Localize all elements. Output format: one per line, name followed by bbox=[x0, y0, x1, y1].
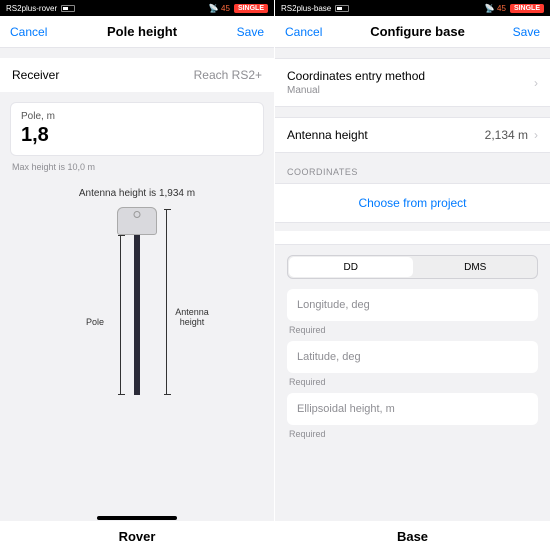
battery-icon bbox=[335, 5, 349, 12]
satellite-count: 📡 45 bbox=[485, 4, 506, 13]
pole-field-value: 1,8 bbox=[21, 124, 253, 147]
segment-dd[interactable]: DD bbox=[289, 257, 413, 277]
latitude-input[interactable]: Latitude, deg bbox=[287, 341, 538, 373]
home-indicator bbox=[97, 516, 177, 520]
save-button[interactable]: Save bbox=[513, 25, 540, 39]
battery-icon bbox=[61, 5, 75, 12]
pole-icon bbox=[134, 235, 140, 395]
choose-from-project-button[interactable]: Choose from project bbox=[275, 183, 550, 223]
coord-method-label: Coordinates entry method bbox=[287, 69, 534, 83]
device-name: RS2plus-rover bbox=[6, 4, 57, 13]
solution-badge: SINGLE bbox=[510, 4, 544, 13]
save-button[interactable]: Save bbox=[237, 25, 264, 39]
coordinates-header: COORDINATES bbox=[275, 153, 550, 183]
satellite-count: 📡 45 bbox=[209, 4, 230, 13]
base-screen: RS2plus-base 📡 45 SINGLE Cancel Configur… bbox=[275, 0, 550, 550]
required-hint: Required bbox=[289, 325, 536, 335]
segment-dms[interactable]: DMS bbox=[414, 256, 538, 278]
footer-label: Base bbox=[275, 521, 550, 550]
pole-field-label: Pole, m bbox=[21, 111, 253, 122]
coord-method-row[interactable]: Coordinates entry method Manual › bbox=[275, 58, 550, 107]
antenna-height-row[interactable]: Antenna height 2,134 m › bbox=[275, 117, 550, 153]
receiver-value: Reach RS2+ bbox=[194, 68, 262, 82]
coord-method-value: Manual bbox=[287, 85, 534, 96]
max-height-hint: Max height is 10,0 m bbox=[12, 162, 262, 172]
rover-screen: RS2plus-rover 📡 45 SINGLE Cancel Pole he… bbox=[0, 0, 275, 550]
antenna-dimension-line bbox=[166, 209, 167, 395]
solution-badge: SINGLE bbox=[234, 4, 268, 13]
diagram: Antenna height is 1,934 m Pole Antenna h… bbox=[0, 172, 274, 412]
pole-height-field[interactable]: Pole, m 1,8 bbox=[10, 102, 264, 156]
coord-format-segmented[interactable]: DD DMS bbox=[287, 255, 538, 279]
receiver-label: Receiver bbox=[12, 68, 59, 82]
required-hint: Required bbox=[289, 377, 536, 387]
antenna-dim-label: Antenna height bbox=[172, 307, 212, 327]
receiver-icon bbox=[117, 207, 157, 235]
receiver-row: Receiver Reach RS2+ bbox=[0, 58, 274, 92]
required-hint: Required bbox=[289, 429, 536, 439]
ellipsoidal-height-input[interactable]: Ellipsoidal height, m bbox=[287, 393, 538, 425]
chevron-right-icon: › bbox=[534, 128, 538, 142]
chevron-right-icon: › bbox=[534, 76, 538, 90]
diagram-caption: Antenna height is 1,934 m bbox=[0, 188, 274, 199]
page-title: Configure base bbox=[370, 24, 465, 39]
footer-label: Rover bbox=[0, 521, 274, 550]
cancel-button[interactable]: Cancel bbox=[285, 25, 322, 39]
longitude-input[interactable]: Longitude, deg bbox=[287, 289, 538, 321]
device-name: RS2plus-base bbox=[281, 4, 331, 13]
nav-bar: Cancel Configure base Save bbox=[275, 16, 550, 48]
page-title: Pole height bbox=[107, 24, 177, 39]
pole-dimension-line bbox=[120, 235, 121, 395]
antenna-value: 2,134 m bbox=[485, 128, 528, 142]
status-bar: RS2plus-base 📡 45 SINGLE bbox=[275, 0, 550, 16]
antenna-label: Antenna height bbox=[287, 128, 485, 142]
cancel-button[interactable]: Cancel bbox=[10, 25, 47, 39]
status-bar: RS2plus-rover 📡 45 SINGLE bbox=[0, 0, 274, 16]
pole-dim-label: Pole bbox=[86, 317, 104, 327]
nav-bar: Cancel Pole height Save bbox=[0, 16, 274, 48]
